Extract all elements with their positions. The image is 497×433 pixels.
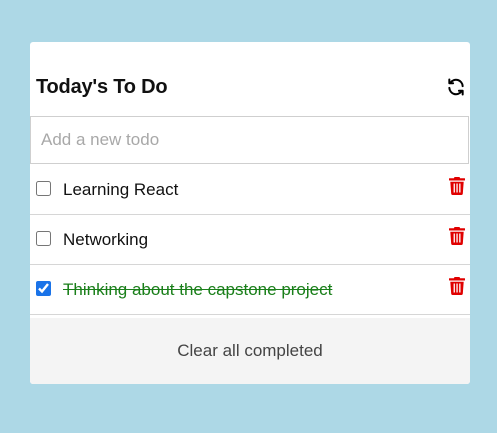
todo-label: Networking: [63, 230, 149, 249]
todo-item: Learning React: [30, 165, 470, 215]
todo-header: Today's To Do: [30, 42, 470, 116]
todo-checkbox[interactable]: [36, 281, 51, 296]
todo-checkbox[interactable]: [36, 181, 51, 196]
todo-item: Thinking about the capstone project: [30, 265, 470, 315]
trash-icon[interactable]: [449, 277, 465, 295]
new-todo-input[interactable]: [30, 116, 469, 164]
page-title: Today's To Do: [36, 76, 168, 98]
todo-card: Today's To Do Learning React Networking: [30, 42, 470, 384]
refresh-icon[interactable]: [446, 77, 466, 97]
todo-item: Networking: [30, 215, 470, 265]
trash-icon[interactable]: [449, 227, 465, 245]
clear-completed-button[interactable]: Clear all completed: [30, 318, 470, 384]
todo-label: Thinking about the capstone project: [63, 280, 333, 299]
trash-icon[interactable]: [449, 177, 465, 195]
todo-label: Learning React: [63, 180, 179, 199]
todo-list: Learning React Networking Thinking about…: [30, 165, 470, 315]
todo-checkbox[interactable]: [36, 231, 51, 246]
